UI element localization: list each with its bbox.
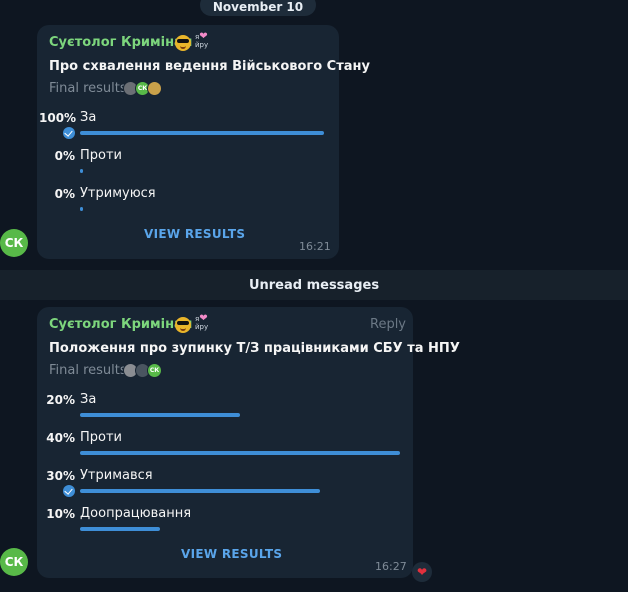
option-bar: [80, 131, 324, 135]
check-circle-icon: [63, 485, 75, 497]
unread-label: Unread messages: [248, 277, 380, 293]
option-percent: 0%: [54, 187, 75, 201]
avatar-initials: СК: [4, 236, 24, 250]
message-time: 16:21: [299, 240, 331, 253]
option-bar: [80, 207, 83, 211]
date-separator: November 10: [200, 0, 316, 16]
option-label: Доопрацювання: [80, 506, 192, 521]
voter-avatar: СК: [147, 363, 162, 378]
poll-message-2: Суєтолог Кримінал я❤ йру Reply Положення…: [37, 307, 460, 578]
view-results-button[interactable]: VIEW RESULTS: [181, 547, 282, 561]
option-bar: [80, 489, 320, 493]
sender-avatar[interactable]: СК: [0, 548, 28, 576]
option-percent: 40%: [46, 431, 75, 445]
option-label: Утримався: [80, 468, 153, 483]
final-results-label: Final results: [49, 81, 127, 96]
check-circle-icon: [63, 127, 75, 139]
option-bar: [80, 527, 160, 531]
option-bar: [80, 413, 240, 417]
option-label: За: [80, 110, 97, 125]
option-percent: 20%: [46, 393, 75, 407]
final-results-label: Final results: [49, 363, 127, 378]
option-bar: [80, 451, 400, 455]
view-results-button[interactable]: VIEW RESULTS: [144, 227, 245, 241]
option-percent: 100%: [39, 111, 77, 125]
option-label: Утримуюся: [80, 186, 156, 201]
voter-badge-label: СК: [149, 367, 160, 374]
option-percent: 0%: [54, 149, 75, 163]
option-label: Проти: [80, 148, 123, 163]
sender-tag: я❤ йру: [195, 314, 209, 332]
option-percent: 10%: [46, 507, 75, 521]
heart-reaction-icon[interactable]: ❤: [412, 562, 432, 582]
sender-name[interactable]: Суєтолог Кримінал: [49, 317, 192, 332]
sender-tag-bottom: йру: [195, 323, 209, 331]
poll-question: Про схвалення ведення Військового Стану: [49, 59, 370, 74]
sender-avatar[interactable]: СК: [0, 229, 28, 257]
sunglasses-emoji-icon: [175, 35, 191, 51]
sender-name[interactable]: Суєтолог Кримінал: [49, 35, 192, 50]
poll-message-1: Суєтолог Кримінал я❤ йру Про схвалення в…: [37, 25, 370, 259]
option-bar: [80, 169, 83, 173]
poll-question: Положення про зупинку Т/З працівниками С…: [49, 341, 460, 356]
option-percent: 30%: [46, 469, 75, 483]
message-time: 16:27: [375, 560, 407, 573]
voter-badge-label: СК: [137, 85, 148, 92]
option-label: За: [80, 392, 97, 407]
voter-avatar: [147, 81, 162, 96]
option-label: Проти: [80, 430, 123, 445]
sender-tag: я❤ йру: [195, 32, 209, 50]
avatar-initials: СК: [4, 555, 24, 569]
sender-tag-bottom: йру: [195, 41, 209, 49]
sunglasses-emoji-icon: [175, 317, 191, 333]
reply-button[interactable]: Reply: [370, 317, 406, 332]
unread-messages-divider: Unread messages: [0, 270, 628, 300]
